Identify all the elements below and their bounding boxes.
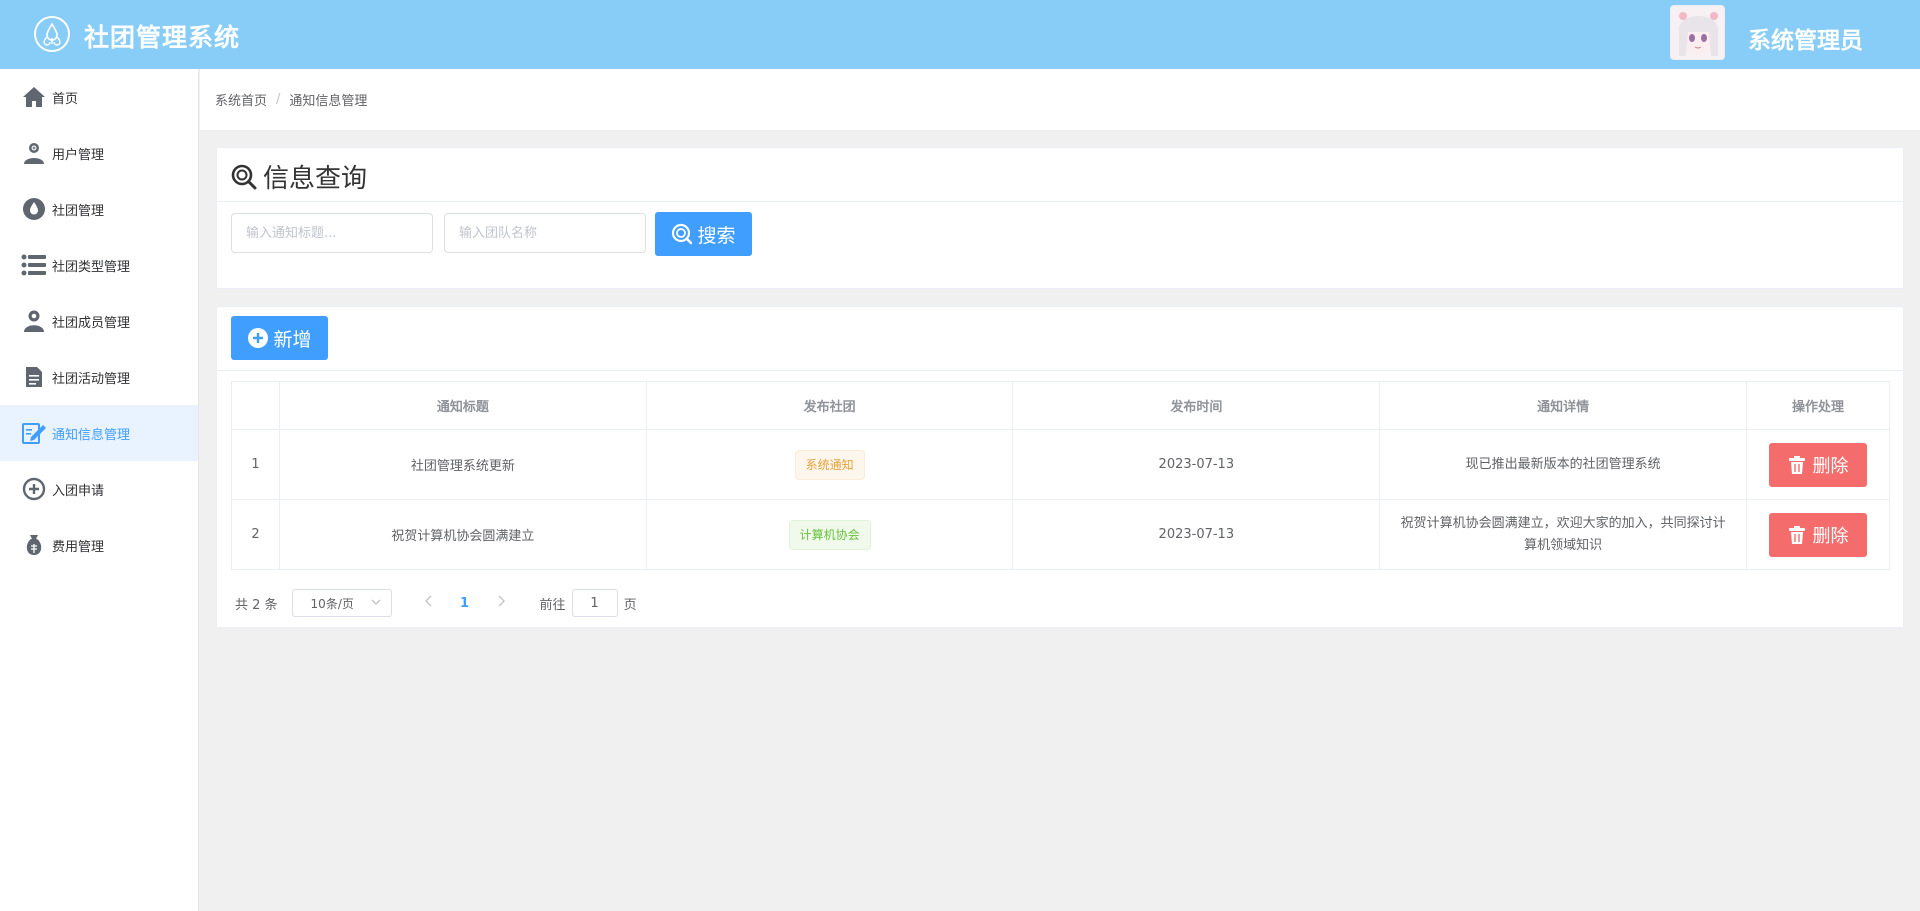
top-header: 社团管理系统 系统管理员 [0, 0, 1920, 69]
breadcrumb: 系统首页 / 通知信息管理 [200, 69, 1920, 130]
avatar[interactable] [1670, 5, 1725, 60]
trash-icon [1787, 455, 1807, 475]
club-cell: 计算机协会 [645, 499, 1014, 570]
logo-icon [34, 16, 70, 52]
pagination-total: 共 2 条 [235, 597, 278, 613]
table-row: 1 社团管理系统更新 系统通知 2023-07-13 现已推出最新版本的社团管理… [231, 429, 1891, 500]
search-card: 信息查询 搜索 [216, 147, 1904, 289]
club-cell: 系统通知 [645, 429, 1014, 500]
publish-time: 2023-07-13 [1012, 429, 1381, 500]
breadcrumb-home[interactable]: 系统首页 [215, 90, 267, 109]
sidebar-item-activities[interactable]: 社团活动管理 [0, 349, 198, 405]
team-name-input[interactable] [444, 213, 646, 253]
delete-button-label: 删除 [1812, 455, 1849, 477]
sidebar-item-applications[interactable]: 入团申请 [0, 461, 198, 517]
divider [217, 370, 1903, 371]
sidebar-item-members[interactable]: 社团成员管理 [0, 293, 198, 349]
add-circle-icon [247, 327, 269, 349]
delete-button[interactable]: 删除 [1768, 442, 1867, 487]
trash-icon [1787, 525, 1807, 545]
water-drop-icon [20, 195, 48, 223]
chevron-down-icon [371, 596, 381, 610]
sidebar: 首页 用户管理 社团管理 社团类型管理 社团成员管理 社团活动管理 通知信息管理… [0, 69, 199, 911]
sidebar-item-label: 社团类型管理 [52, 259, 131, 275]
sidebar-item-fees[interactable]: 费用管理 [0, 517, 198, 573]
list-icon [20, 251, 48, 279]
sidebar-item-label: 费用管理 [52, 539, 105, 555]
search-icon [231, 164, 257, 190]
notice-detail: 现已推出最新版本的社团管理系统 [1379, 429, 1747, 500]
notice-detail-text: 祝贺计算机协会圆满建立，欢迎大家的加入，共同探讨计算机领域知识 [1400, 515, 1726, 553]
column-header-actions: 操作处理 [1745, 381, 1891, 430]
notice-title-input[interactable] [231, 213, 433, 253]
search-title-label: 信息查询 [263, 164, 368, 194]
sidebar-item-club-types[interactable]: 社团类型管理 [0, 237, 198, 293]
home-icon [20, 83, 48, 111]
sidebar-item-clubs[interactable]: 社团管理 [0, 181, 198, 237]
search-button-label: 搜索 [697, 224, 736, 247]
goto-page: 前往 页 [540, 589, 637, 617]
goto-prefix: 前往 [539, 597, 566, 613]
add-button-label: 新增 [273, 328, 312, 351]
club-tag: 计算机协会 [788, 519, 871, 550]
club-tag: 系统通知 [794, 449, 865, 480]
sidebar-item-home[interactable]: 首页 [0, 69, 198, 125]
search-title: 信息查询 [231, 158, 367, 195]
actions-cell: 删除 [1745, 499, 1891, 570]
sidebar-item-label: 首页 [52, 91, 79, 107]
divider [217, 201, 1903, 202]
prev-page-button[interactable] [414, 595, 444, 611]
column-header-detail: 通知详情 [1379, 381, 1747, 430]
user-add-icon [20, 139, 48, 167]
notice-detail-text: 现已推出最新版本的社团管理系统 [1465, 456, 1661, 472]
actions-cell: 删除 [1745, 429, 1891, 500]
circle-plus-icon [20, 475, 48, 503]
table-card: 新增 通知标题 发布社团 发布时间 通知详情 操作处理 1 社团管理系统更新 系… [216, 306, 1904, 628]
notice-table: 通知标题 发布社团 发布时间 通知详情 操作处理 1 社团管理系统更新 系统通知… [231, 381, 1891, 570]
app-title: 社团管理系统 [84, 23, 241, 52]
sidebar-item-notices[interactable]: 通知信息管理 [0, 405, 198, 461]
page-size-value: 10条/页 [310, 596, 354, 611]
next-page-button[interactable] [486, 595, 516, 611]
document-icon [20, 363, 48, 391]
notice-title: 祝贺计算机协会圆满建立 [278, 499, 647, 570]
row-index: 2 [231, 499, 280, 570]
sidebar-item-label: 入团申请 [52, 483, 105, 499]
pagination: 共 2 条 10条/页 1 前往 页 [235, 589, 637, 617]
page-size-select[interactable]: 10条/页 [291, 589, 392, 617]
sidebar-item-label: 社团活动管理 [52, 371, 131, 387]
publish-time: 2023-07-13 [1012, 499, 1381, 570]
delete-button[interactable]: 删除 [1768, 512, 1867, 557]
delete-button-label: 删除 [1812, 525, 1849, 547]
person-icon [20, 307, 48, 335]
row-index: 1 [231, 429, 280, 500]
sidebar-item-label: 社团管理 [52, 203, 105, 219]
column-header-title: 通知标题 [278, 381, 647, 430]
search-button[interactable]: 搜索 [655, 212, 752, 256]
column-header-index [231, 381, 280, 430]
table-header-row: 通知标题 发布社团 发布时间 通知详情 操作处理 [231, 381, 1891, 430]
column-header-club: 发布社团 [645, 381, 1014, 430]
page-number-current[interactable]: 1 [450, 596, 480, 611]
goto-page-input[interactable] [571, 589, 618, 617]
table-row: 2 祝贺计算机协会圆满建立 计算机协会 2023-07-13 祝贺计算机协会圆满… [231, 499, 1891, 570]
search-icon [671, 223, 693, 245]
sidebar-item-label: 通知信息管理 [52, 427, 131, 443]
notice-detail: 祝贺计算机协会圆满建立，欢迎大家的加入，共同探讨计算机领域知识 [1379, 499, 1747, 570]
edit-icon [20, 419, 48, 447]
column-header-time: 发布时间 [1012, 381, 1381, 430]
sidebar-item-label: 社团成员管理 [52, 315, 131, 331]
notice-title: 社团管理系统更新 [278, 429, 647, 500]
breadcrumb-current: 通知信息管理 [289, 94, 368, 109]
sidebar-item-users[interactable]: 用户管理 [0, 125, 198, 181]
money-bag-icon [20, 531, 48, 559]
goto-suffix: 页 [623, 597, 637, 613]
breadcrumb-separator: / [276, 92, 281, 107]
sidebar-item-label: 用户管理 [52, 147, 105, 163]
add-button[interactable]: 新增 [231, 316, 328, 360]
admin-name[interactable]: 系统管理员 [1748, 21, 1863, 55]
